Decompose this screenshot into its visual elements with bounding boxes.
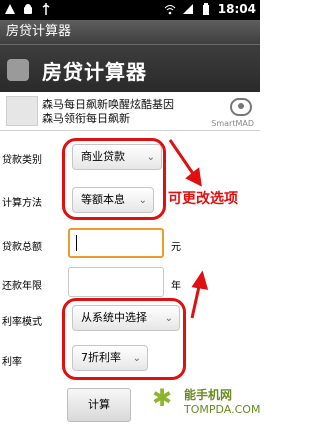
app-title: 房贷计算器 (42, 60, 147, 84)
usb-icon (42, 3, 50, 15)
text-caret (76, 235, 77, 251)
annotation-ring-top (62, 138, 166, 220)
wifi-icon (164, 5, 176, 15)
annotation-ring-bottom (62, 298, 186, 380)
ad-thumbnail (6, 96, 38, 126)
ad-brand: SmartMAD (211, 119, 254, 128)
battery-icon (202, 3, 209, 15)
total-loan-label: 贷款总额 (2, 242, 42, 253)
total-loan-unit: 元 (171, 242, 181, 253)
ad-banner[interactable]: 森马每日飙新唤醒炫酷基因 森马领衔每日飙新 SmartMAD (0, 92, 260, 131)
signal-icon (182, 4, 193, 14)
watermark-cn: 能手机网 (184, 388, 233, 402)
rate-label: 利率 (2, 357, 22, 368)
status-bar: 18:04 (0, 0, 260, 20)
watermark-en: TOMPDA.COM (184, 403, 261, 416)
warning-icon (5, 4, 15, 14)
clock: 18:04 (217, 2, 256, 16)
rate-mode-label: 利率模式 (2, 317, 42, 328)
years-input[interactable] (68, 267, 164, 297)
eye-icon[interactable] (230, 98, 252, 116)
window-title-bar: 房贷计算器 (0, 20, 260, 44)
loan-type-label: 贷款类别 (2, 155, 42, 166)
years-label: 还款年限 (2, 281, 42, 292)
arrow-head-top (185, 167, 202, 187)
arrow-to-top (168, 139, 198, 179)
annotation-note: 可更改选项 (168, 191, 238, 207)
watermark-logo-icon: ✱ (152, 384, 173, 412)
calculate-button[interactable]: 计算 (67, 388, 131, 422)
total-loan-input[interactable] (68, 228, 164, 258)
years-unit: 年 (171, 281, 181, 292)
calc-method-label: 计算方法 (2, 198, 42, 209)
app-header: 房贷计算器 (0, 44, 260, 92)
android-icon (24, 4, 32, 14)
arrow-to-bottom (190, 281, 202, 319)
ad-subline: 森马领衔每日飙新 (42, 112, 130, 125)
window-title: 房贷计算器 (6, 24, 72, 39)
arrow-head-bottom (191, 270, 209, 290)
watermark: ✱ 能手机网 TOMPDA.COM (150, 384, 261, 424)
calculator-icon (7, 59, 29, 81)
